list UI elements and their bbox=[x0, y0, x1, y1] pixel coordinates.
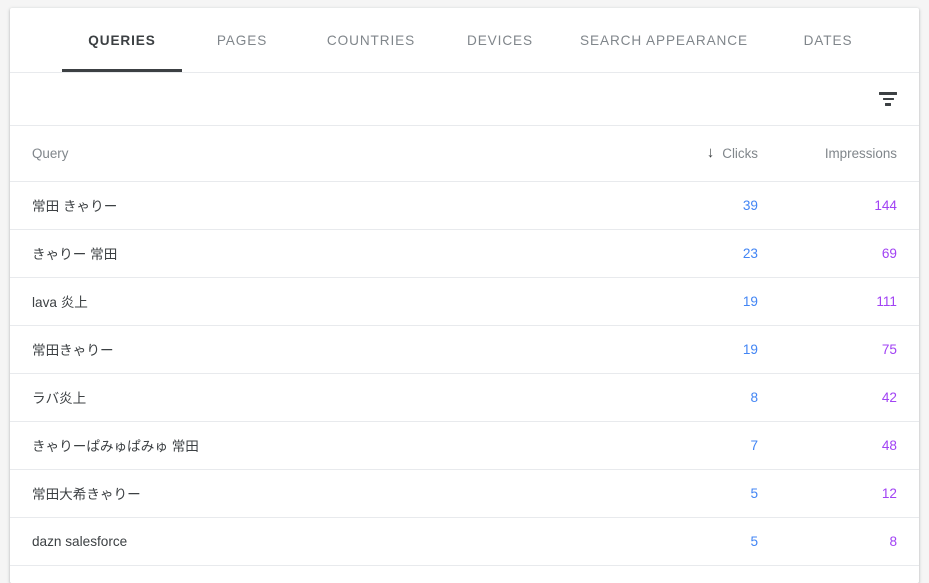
column-header-impressions[interactable]: Impressions bbox=[780, 126, 919, 182]
cell-clicks: 19 bbox=[650, 277, 780, 326]
filter-bar-middle bbox=[882, 97, 894, 101]
tab-pages[interactable]: PAGES bbox=[192, 8, 292, 73]
cell-clicks: 19 bbox=[650, 325, 780, 374]
column-header-clicks-label: Clicks bbox=[722, 145, 758, 161]
cell-clicks: 23 bbox=[650, 229, 780, 278]
tab-search-appearance[interactable]: SEARCH APPEARANCE bbox=[562, 8, 766, 73]
cell-query: dazn salesforce bbox=[10, 517, 650, 566]
tab-dates[interactable]: DATES bbox=[776, 8, 880, 73]
table-row[interactable]: 常田 きゃりー 39 144 bbox=[10, 181, 919, 230]
cell-clicks: 7 bbox=[650, 421, 780, 470]
tab-queries[interactable]: QUERIES bbox=[62, 8, 182, 73]
tab-devices[interactable]: DEVICES bbox=[444, 8, 556, 73]
cell-impressions bbox=[780, 565, 919, 583]
cell-clicks bbox=[650, 565, 780, 583]
filter-list-icon[interactable] bbox=[873, 84, 903, 114]
cell-query bbox=[10, 565, 650, 583]
filter-bar-bottom bbox=[885, 103, 891, 106]
cell-impressions: 42 bbox=[780, 373, 919, 422]
cell-clicks: 5 bbox=[650, 517, 780, 566]
filter-bar-top bbox=[879, 92, 897, 95]
table-row[interactable]: きゃりーぱみゅぱみゅ 常田 7 48 bbox=[10, 421, 919, 470]
table-row[interactable]: dazn salesforce 5 8 bbox=[10, 517, 919, 566]
cell-query: 常田大希きゃりー bbox=[10, 469, 650, 518]
cell-impressions: 8 bbox=[780, 517, 919, 566]
clicks-sort-control[interactable]: ↓ Clicks bbox=[706, 143, 758, 161]
page-root: QUERIES PAGES COUNTRIES DEVICES SEARCH A… bbox=[0, 0, 929, 583]
table-row[interactable]: 常田きゃりー 19 75 bbox=[10, 325, 919, 374]
cell-impressions: 75 bbox=[780, 325, 919, 374]
cell-impressions: 12 bbox=[780, 469, 919, 518]
report-card: QUERIES PAGES COUNTRIES DEVICES SEARCH A… bbox=[10, 8, 919, 583]
cell-impressions: 111 bbox=[780, 277, 919, 326]
cell-query: lava 炎上 bbox=[10, 277, 650, 326]
sort-descending-arrow-icon: ↓ bbox=[706, 143, 715, 161]
cell-impressions: 69 bbox=[780, 229, 919, 278]
cell-query: ラバ炎上 bbox=[10, 373, 650, 422]
cell-query: 常田きゃりー bbox=[10, 325, 650, 374]
table-row[interactable]: きゃりー 常田 23 69 bbox=[10, 229, 919, 278]
cell-impressions: 48 bbox=[780, 421, 919, 470]
queries-table: Query ↓ Clicks Impressions 常田 きゃりー 39 144 き… bbox=[10, 126, 919, 583]
table-body: 常田 きゃりー 39 144 きゃりー 常田 23 69 lava 炎上 19 111 常田きゃり… bbox=[10, 181, 919, 583]
active-tab-indicator bbox=[62, 69, 182, 72]
table-header: Query ↓ Clicks Impressions bbox=[10, 126, 919, 182]
column-header-clicks[interactable]: ↓ Clicks bbox=[650, 126, 780, 182]
cell-clicks: 5 bbox=[650, 469, 780, 518]
table-row[interactable]: 常田大希きゃりー 5 12 bbox=[10, 469, 919, 518]
cell-query: きゃりーぱみゅぱみゅ 常田 bbox=[10, 421, 650, 470]
cell-impressions: 144 bbox=[780, 181, 919, 230]
table-row[interactable] bbox=[10, 565, 919, 583]
column-header-query[interactable]: Query bbox=[10, 126, 650, 182]
table-row[interactable]: ラバ炎上 8 42 bbox=[10, 373, 919, 422]
report-tab-bar: QUERIES PAGES COUNTRIES DEVICES SEARCH A… bbox=[10, 8, 919, 73]
cell-clicks: 8 bbox=[650, 373, 780, 422]
tab-countries[interactable]: COUNTRIES bbox=[302, 8, 440, 73]
cell-query: きゃりー 常田 bbox=[10, 229, 650, 278]
cell-clicks: 39 bbox=[650, 181, 780, 230]
table-toolbar bbox=[10, 73, 919, 126]
table-header-row: Query ↓ Clicks Impressions bbox=[10, 126, 919, 182]
cell-query: 常田 きゃりー bbox=[10, 181, 650, 230]
table-row[interactable]: lava 炎上 19 111 bbox=[10, 277, 919, 326]
